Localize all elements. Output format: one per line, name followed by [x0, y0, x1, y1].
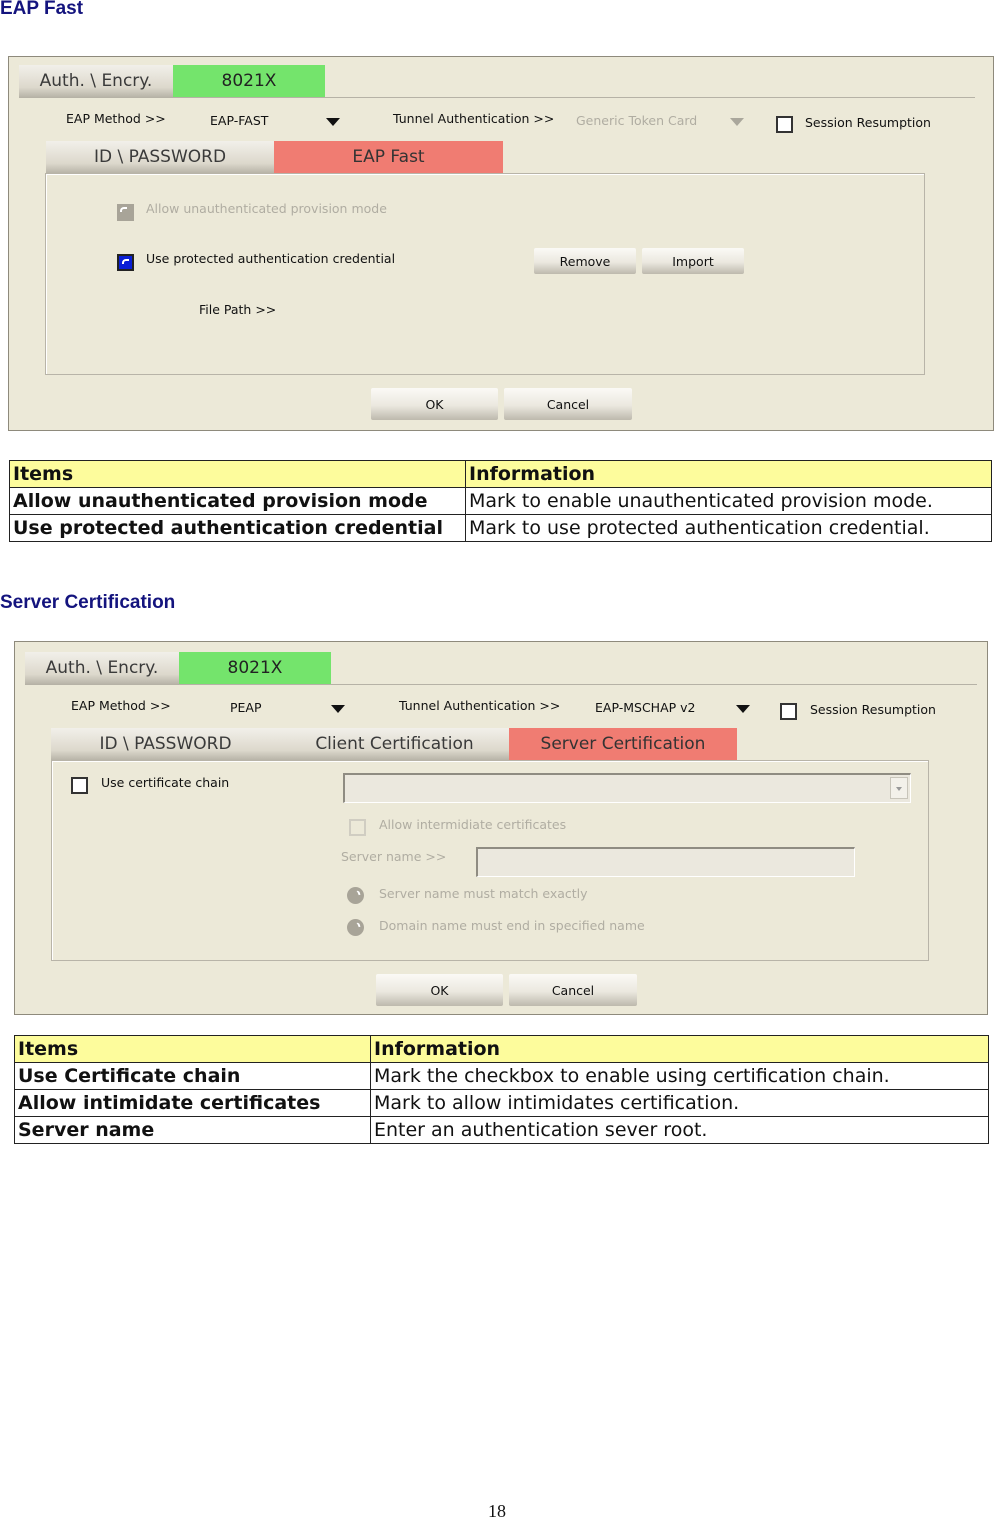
tunnel-auth-label: Tunnel Authentication >>	[393, 111, 555, 126]
eap-method-select[interactable]: PEAP	[230, 700, 262, 715]
server-cert-info-table: Items Information Use Certificate chain …	[14, 1035, 989, 1144]
allow-unauth-label: Allow unauthenticated provision mode	[146, 201, 387, 216]
row-item: Use protected authentication credential	[9, 514, 466, 542]
check-glyph-icon	[122, 259, 129, 264]
table-row: Allow unauthenticated provision mode Mar…	[9, 487, 992, 515]
tunnel-auth-label: Tunnel Authentication >>	[399, 698, 561, 713]
use-protected-checkbox[interactable]	[117, 254, 134, 271]
table-row: Server name Enter an authentication seve…	[14, 1116, 989, 1144]
tab-auth-encry[interactable]: Auth. \ Encry.	[25, 652, 179, 684]
remove-button[interactable]: Remove	[534, 248, 636, 274]
allow-intermediate-label: Allow intermidiate certificates	[379, 817, 567, 832]
session-resumption-label: Session Resumption	[810, 702, 936, 717]
session-resumption-checkbox[interactable]	[776, 116, 793, 133]
row-item: Allow unauthenticated provision mode	[9, 487, 466, 515]
eap-method-dropdown-arrow-icon[interactable]	[331, 705, 345, 713]
tunnel-auth-select[interactable]: EAP-MSCHAP v2	[595, 700, 695, 715]
header-items: Items	[9, 460, 466, 488]
use-protected-label: Use protected authentication credential	[146, 251, 396, 266]
server-name-label: Server name >>	[341, 849, 447, 864]
tab-auth-encry[interactable]: Auth. \ Encry.	[19, 65, 173, 97]
tab-divider	[19, 97, 975, 98]
tunnel-auth-dropdown-arrow-icon[interactable]	[730, 118, 744, 126]
header-information: Information	[370, 1035, 989, 1063]
table-row: Use Certificate chain Mark the checkbox …	[14, 1062, 989, 1090]
row-info: Mark the checkbox to enable using certif…	[370, 1062, 989, 1090]
server-cert-dialog: Auth. \ Encry. 8021X EAP Method >> PEAP …	[14, 641, 988, 1015]
radio-glyph-icon	[352, 921, 361, 930]
tab-divider	[25, 684, 977, 685]
row-item: Allow intimidate certificates	[14, 1089, 371, 1117]
eap-method-select[interactable]: EAP-FAST	[210, 113, 268, 128]
row-info: Mark to allow intimidates certification.	[370, 1089, 989, 1117]
server-name-input[interactable]	[476, 847, 855, 877]
radio-domain-name-end-label: Domain name must end in specified name	[379, 918, 645, 933]
tunnel-auth-dropdown-arrow-icon[interactable]	[736, 705, 750, 713]
ok-button[interactable]: OK	[376, 974, 503, 1006]
certificate-select[interactable]	[343, 773, 911, 803]
eap-method-label: EAP Method >>	[66, 111, 166, 126]
page-number: 18	[488, 1501, 506, 1521]
tab-eap-fast[interactable]: EAP Fast	[274, 141, 503, 173]
session-resumption-checkbox[interactable]	[780, 703, 797, 720]
allow-intermediate-checkbox[interactable]	[349, 819, 366, 836]
eap-method-label: EAP Method >>	[71, 698, 171, 713]
tab-8021x[interactable]: 8021X	[173, 65, 325, 97]
row-info: Mark to use protected authentication cre…	[465, 514, 992, 542]
eap-fast-dialog: Auth. \ Encry. 8021X EAP Method >> EAP-F…	[8, 56, 994, 431]
table-row: Use protected authentication credential …	[9, 514, 992, 542]
tab-8021x[interactable]: 8021X	[179, 652, 331, 684]
tab-client-certification[interactable]: Client Certification	[280, 728, 509, 760]
row-info: Mark to enable unauthenticated provision…	[465, 487, 992, 515]
check-glyph-icon	[120, 207, 127, 212]
use-chain-checkbox[interactable]	[71, 777, 88, 794]
section-heading-eap-fast: EAP Fast	[0, 0, 84, 19]
eap-method-dropdown-arrow-icon[interactable]	[326, 118, 340, 126]
chevron-down-icon[interactable]	[890, 777, 908, 799]
table-header-row: Items Information	[9, 460, 992, 488]
ok-button[interactable]: OK	[371, 388, 498, 420]
radio-glyph-icon	[352, 889, 361, 898]
radio-server-name-exact-label: Server name must match exactly	[379, 886, 588, 901]
row-item: Server name	[14, 1116, 371, 1144]
tunnel-auth-select[interactable]: Generic Token Card	[576, 113, 697, 128]
allow-unauth-checkbox[interactable]	[117, 204, 134, 221]
table-header-row: Items Information	[14, 1035, 989, 1063]
eap-fast-info-table: Items Information Allow unauthenticated …	[9, 460, 992, 542]
header-items: Items	[14, 1035, 371, 1063]
radio-server-name-exact[interactable]	[347, 887, 364, 904]
file-path-label: File Path >>	[199, 302, 277, 317]
tab-id-password[interactable]: ID \ PASSWORD	[51, 728, 280, 760]
header-information: Information	[465, 460, 992, 488]
cancel-button[interactable]: Cancel	[504, 388, 632, 420]
row-item: Use Certificate chain	[14, 1062, 371, 1090]
session-resumption-label: Session Resumption	[805, 115, 931, 130]
section-heading-server-certification: Server Certification	[0, 592, 176, 613]
tab-server-certification[interactable]: Server Certification	[509, 728, 737, 760]
import-button[interactable]: Import	[642, 248, 744, 274]
row-info: Enter an authentication sever root.	[370, 1116, 989, 1144]
tab-id-password[interactable]: ID \ PASSWORD	[46, 141, 274, 173]
use-chain-label: Use certificate chain	[101, 775, 230, 790]
cancel-button[interactable]: Cancel	[509, 974, 637, 1006]
table-row: Allow intimidate certificates Mark to al…	[14, 1089, 989, 1117]
radio-domain-name-end[interactable]	[347, 919, 364, 936]
